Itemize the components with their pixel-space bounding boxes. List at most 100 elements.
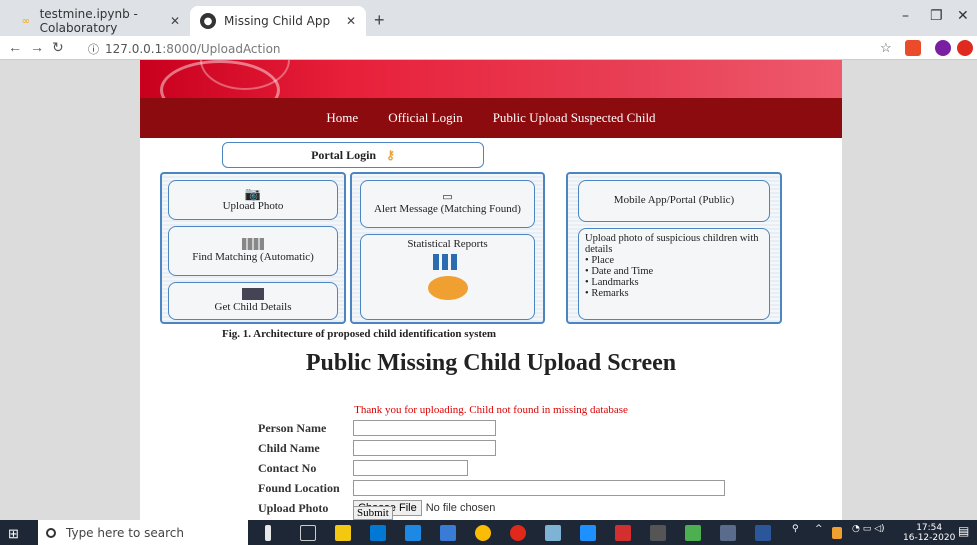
tab-colab[interactable]: ∞ testmine.ipynb - Colaboratory ✕ [10, 6, 190, 36]
notifications-icon[interactable]: ▤ [958, 524, 969, 538]
chrome-icon[interactable] [475, 525, 491, 541]
pdf-icon[interactable] [615, 525, 631, 541]
page-title: Public Missing Child Upload Screen [305, 350, 677, 376]
windows-taskbar: ⊞ Type here to search ⚲ ^ ◔ ▭ ◁) 17:54 1… [0, 520, 977, 545]
maximize-icon[interactable]: ❐ [930, 8, 943, 24]
tab-title: Missing Child App [224, 14, 331, 28]
folder-icon[interactable] [580, 525, 596, 541]
word-icon[interactable] [755, 525, 771, 541]
url-field[interactable]: ⓘ 127.0.0.1:8000/UploadAction [88, 41, 281, 57]
found-location-row: Found Location [258, 479, 725, 497]
panel-right: Mobile App/Portal (Public) Upload photo … [566, 172, 782, 324]
clock[interactable]: 17:54 16-12-2020 [903, 523, 955, 543]
minimize-icon[interactable]: – [902, 8, 909, 24]
network-icon[interactable]: ◔ ▭ ◁) [852, 524, 885, 534]
submit-button[interactable]: Submit [353, 506, 393, 520]
panel-middle: ▭ Alert Message (Matching Found) Statist… [350, 172, 545, 324]
no-file-text: No file chosen [425, 502, 496, 514]
close-window-icon[interactable]: ✕ [957, 8, 969, 24]
globe-icon: ● [200, 13, 216, 29]
camera-icon: 📷 [244, 186, 262, 202]
card-label: Statistical Reports [407, 238, 488, 250]
found-location-input[interactable] [353, 480, 725, 496]
windows-start-icon[interactable]: ⊞ [8, 526, 19, 542]
portal-login-label: Portal Login [311, 147, 377, 162]
photos-icon[interactable] [440, 525, 456, 541]
people-icon[interactable]: ⚲ [792, 524, 799, 534]
paint-icon[interactable] [685, 525, 701, 541]
address-bar: ← → ↻ ⓘ 127.0.0.1:8000/UploadAction ☆ [0, 36, 977, 60]
person-name-input[interactable] [353, 420, 496, 436]
person-name-row: Person Name [258, 419, 725, 437]
page-content: Home Official Login Public Upload Suspec… [140, 60, 842, 520]
taskbar-search[interactable]: Type here to search [38, 520, 248, 545]
detail-item: • Date and Time [585, 266, 654, 278]
close-tab-icon[interactable]: ✕ [170, 14, 180, 28]
get-child-details-card: Get Child Details [168, 282, 338, 320]
app-icon[interactable] [545, 525, 561, 541]
id-card-icon [242, 288, 264, 301]
file-explorer-icon[interactable] [335, 525, 351, 541]
tab-title: testmine.ipynb - Colaboratory [39, 7, 138, 35]
edge-icon[interactable] [405, 525, 421, 541]
tray-arrow-icon[interactable]: ^ [815, 524, 823, 534]
card-label: Find Matching (Automatic) [192, 251, 314, 264]
main-nav: Home Official Login Public Upload Suspec… [140, 98, 842, 138]
star-icon[interactable]: ☆ [880, 40, 892, 56]
upload-photo-row: Upload Photo Choose File No file chosen [258, 499, 725, 517]
task-view-icon[interactable] [300, 525, 316, 541]
tray-app-icon[interactable] [832, 527, 842, 539]
child-name-input[interactable] [353, 440, 496, 456]
panel-left: 📷 Upload Photo Find Matching (Automatic)… [160, 172, 346, 324]
card-label: Mobile App/Portal (Public) [613, 194, 735, 207]
terminal-icon[interactable] [650, 525, 666, 541]
browser-tab-bar: ∞ testmine.ipynb - Colaboratory ✕ ● Miss… [0, 0, 977, 36]
url-path: :8000/UploadAction [162, 42, 281, 56]
detail-remarks: Remarks [591, 288, 629, 300]
close-tab-icon[interactable]: ✕ [346, 14, 356, 28]
extension-icon[interactable] [905, 40, 921, 56]
search-icon [46, 527, 56, 538]
child-name-label: Child Name [258, 440, 320, 455]
tab-missing-child-app[interactable]: ● Missing Child App ✕ [190, 6, 366, 36]
alert-message-card: ▭ Alert Message (Matching Found) [360, 180, 535, 228]
child-name-row: Child Name [258, 439, 725, 457]
found-location-label: Found Location [258, 480, 340, 495]
opera-taskbar-icon[interactable] [510, 525, 526, 541]
python-icon[interactable] [720, 525, 736, 541]
upload-form: Person Name Child Name Contact No Found … [258, 419, 725, 520]
key-icon: ⚷ [386, 147, 395, 162]
header-banner [140, 60, 842, 98]
opera-icon[interactable] [957, 40, 973, 56]
nav-home-link[interactable]: Home [326, 110, 358, 126]
card-title: Upload photo of suspicious children with… [585, 233, 759, 256]
info-icon: ⓘ [88, 43, 99, 56]
detail-place: Place [591, 255, 615, 267]
detail-date-time: Date and Time [591, 266, 654, 278]
upload-photo-card: 📷 Upload Photo [168, 180, 338, 220]
back-icon[interactable]: ← [8, 39, 22, 55]
find-matching-card: Find Matching (Automatic) [168, 226, 338, 276]
architecture-figure: Portal Login ⚷ 📷 Upload Photo Find Match… [160, 142, 782, 346]
figure-caption: Fig. 1. Architecture of proposed child i… [222, 328, 497, 340]
nav-public-upload-link[interactable]: Public Upload Suspected Child [493, 110, 656, 126]
clock-date: 16-12-2020 [903, 533, 956, 543]
matching-grid-icon [242, 238, 264, 251]
contact-no-input[interactable] [353, 460, 468, 476]
page-background: Home Official Login Public Upload Suspec… [0, 60, 977, 520]
profile-avatar[interactable] [935, 40, 951, 56]
detail-landmarks: Landmarks [591, 277, 639, 289]
clock-time: 17:54 [916, 523, 943, 533]
reload-icon[interactable]: ↻ [52, 39, 64, 56]
portal-login-box: Portal Login ⚷ [222, 142, 484, 168]
upload-photo-label: Upload Photo [258, 500, 329, 515]
search-placeholder: Type here to search [66, 525, 184, 540]
new-tab-button[interactable]: + [374, 10, 385, 31]
report-icon [427, 275, 468, 300]
card-label: Get Child Details [214, 301, 292, 314]
forward-icon[interactable]: → [30, 39, 44, 55]
microphone-icon[interactable] [265, 525, 271, 541]
nav-official-login-link[interactable]: Official Login [388, 110, 463, 126]
contact-no-label: Contact No [258, 460, 317, 475]
store-icon[interactable] [370, 525, 386, 541]
